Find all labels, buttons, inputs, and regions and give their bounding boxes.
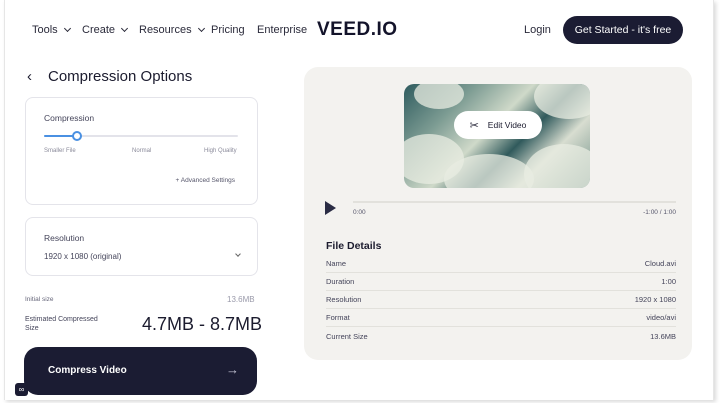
file-details-title: File Details (326, 240, 382, 252)
cloud-shape (524, 144, 590, 188)
current-time: 0:00 (353, 209, 366, 216)
tick-normal: Normal (132, 148, 152, 154)
detail-label: Name (326, 259, 347, 268)
detail-label: Current Size (326, 331, 368, 341)
compress-video-button[interactable]: Compress Video → (24, 347, 257, 395)
chevron-down-icon (235, 251, 241, 257)
detail-value: 1920 x 1080 (634, 295, 676, 304)
cloud-shape (534, 84, 590, 119)
detail-value: Cloud.avi (644, 259, 676, 268)
veed-logo[interactable]: VEED.IO (317, 19, 398, 41)
edit-video-label: Edit Video (487, 120, 527, 130)
estimated-size-label: Estimated Compressed Size (25, 316, 98, 332)
resolution-select[interactable]: 1920 x 1080 (original) (44, 251, 241, 261)
chevron-down-icon (63, 24, 71, 33)
scissors-icon: ✂ (469, 119, 479, 132)
nav-create-label: Create (82, 24, 116, 36)
cloud-shape (414, 84, 464, 109)
get-started-label: Get Started - it's free (574, 24, 672, 36)
detail-value: 1:00 (661, 277, 676, 286)
nav-tools-label: Tools (32, 24, 58, 36)
initial-size-label: Initial size (25, 296, 54, 303)
estimated-size-value: 4.7MB - 8.7MB (142, 314, 263, 334)
tick-high-quality: High Quality (204, 148, 237, 154)
detail-label: Format (326, 313, 350, 322)
file-detail-row: Duration 1:00 (326, 273, 676, 291)
total-time: -1:00 / 1:00 (643, 209, 676, 216)
video-thumbnail[interactable]: ✂ Edit Video (404, 84, 590, 188)
nav-create[interactable]: Create (82, 24, 129, 36)
app-frame: Tools Create Resources Pricing Enterpris… (4, 0, 714, 400)
detail-label: Duration (326, 277, 355, 286)
arrow-right-icon: → (226, 362, 239, 377)
link-icon[interactable]: ∞ (15, 383, 28, 396)
play-icon[interactable] (325, 201, 336, 215)
chevron-down-icon (197, 24, 205, 33)
get-started-button[interactable]: Get Started - it's free (563, 16, 683, 44)
resolution-label: Resolution (44, 233, 85, 243)
resolution-value: 1920 x 1080 (original) (44, 252, 122, 261)
preview-panel: ✂ Edit Video 0:00 -1:00 / 1:00 File Deta… (304, 67, 692, 360)
compression-slider[interactable] (44, 131, 238, 141)
detail-label: Resolution (326, 295, 362, 304)
nav-pricing[interactable]: Pricing (211, 24, 245, 36)
file-detail-row: Format video/avi (326, 309, 676, 327)
video-progress-bar[interactable] (353, 201, 676, 203)
compression-card: Compression Smaller File Normal High Qua… (25, 97, 258, 205)
slider-thumb[interactable] (71, 131, 82, 141)
detail-value: 13.6MB (650, 331, 676, 341)
login-link[interactable]: Login (524, 24, 551, 36)
chevron-down-icon (120, 24, 129, 33)
tick-smaller-file: Smaller File (44, 148, 76, 154)
back-chevron-icon[interactable]: ‹ (27, 68, 32, 85)
nav-pricing-label: Pricing (211, 24, 245, 36)
compression-label: Compression (44, 113, 95, 123)
nav-tools[interactable]: Tools (32, 24, 71, 36)
nav-resources[interactable]: Resources (139, 24, 205, 36)
file-detail-row: Current Size 13.6MB (326, 327, 676, 345)
compress-video-label: Compress Video (48, 365, 127, 376)
file-detail-row: Name Cloud.avi (326, 255, 676, 273)
nav-enterprise-label: Enterprise (257, 24, 308, 36)
file-detail-row: Resolution 1920 x 1080 (326, 291, 676, 309)
advanced-settings-link[interactable]: + Advanced Settings (176, 177, 235, 184)
detail-value: video/avi (646, 313, 676, 322)
edit-video-button[interactable]: ✂ Edit Video (454, 111, 542, 139)
nav-enterprise[interactable]: Enterprise (257, 24, 307, 36)
top-navbar: Tools Create Resources Pricing Enterpris… (5, 0, 713, 60)
nav-resources-label: Resources (139, 24, 192, 36)
resolution-card: Resolution 1920 x 1080 (original) (25, 217, 258, 276)
initial-size-value: 13.6MB (227, 295, 255, 304)
page-title: Compression Options (48, 68, 193, 85)
